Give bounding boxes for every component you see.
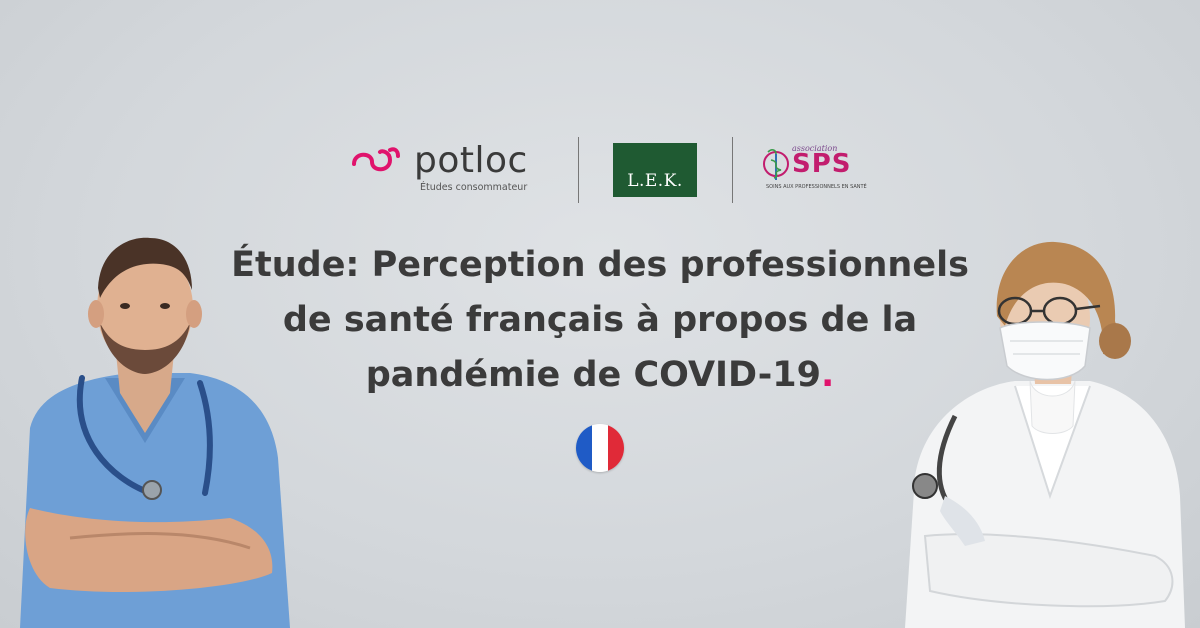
france-flag-icon xyxy=(576,424,624,472)
title-accent-dot: . xyxy=(821,355,835,395)
title-line-3-text: pandémie de COVID-19 xyxy=(365,355,821,395)
potloc-wordmark: potloc xyxy=(414,140,528,181)
lek-logo: L.E.K. xyxy=(613,143,697,197)
potloc-tagline: Études consommateur xyxy=(420,182,528,193)
banner: potloc Études consommateur L.E.K. associ… xyxy=(0,0,1200,628)
title-line-1: Étude: Perception des professionnels xyxy=(231,245,969,285)
study-title: Étude: Perception des professionnels de … xyxy=(200,238,1000,403)
sps-wordmark: SPS xyxy=(792,149,852,179)
title-line-2: de santé français à propos de la xyxy=(282,300,918,340)
potloc-logo: potloc Études consommateur xyxy=(350,140,535,200)
flag-blue-stripe xyxy=(576,424,592,472)
male-doctor-image xyxy=(20,237,290,628)
title-line-3: pandémie de COVID-19. xyxy=(200,348,1000,403)
logo-divider xyxy=(578,137,579,203)
sps-emblem-icon xyxy=(763,149,789,180)
flag-red-stripe xyxy=(608,424,624,472)
female-doctor-image xyxy=(905,241,1185,628)
sps-subtitle: SOINS AUX PROFESSIONNELS EN SANTÉ xyxy=(766,184,867,190)
flag-white-stripe xyxy=(592,424,608,472)
lek-wordmark: L.E.K. xyxy=(627,171,683,191)
potloc-mark-icon xyxy=(352,147,400,172)
sps-logo: association SPS SOINS AUX PROFESSIONNELS… xyxy=(762,142,867,198)
logo-divider xyxy=(732,137,733,203)
